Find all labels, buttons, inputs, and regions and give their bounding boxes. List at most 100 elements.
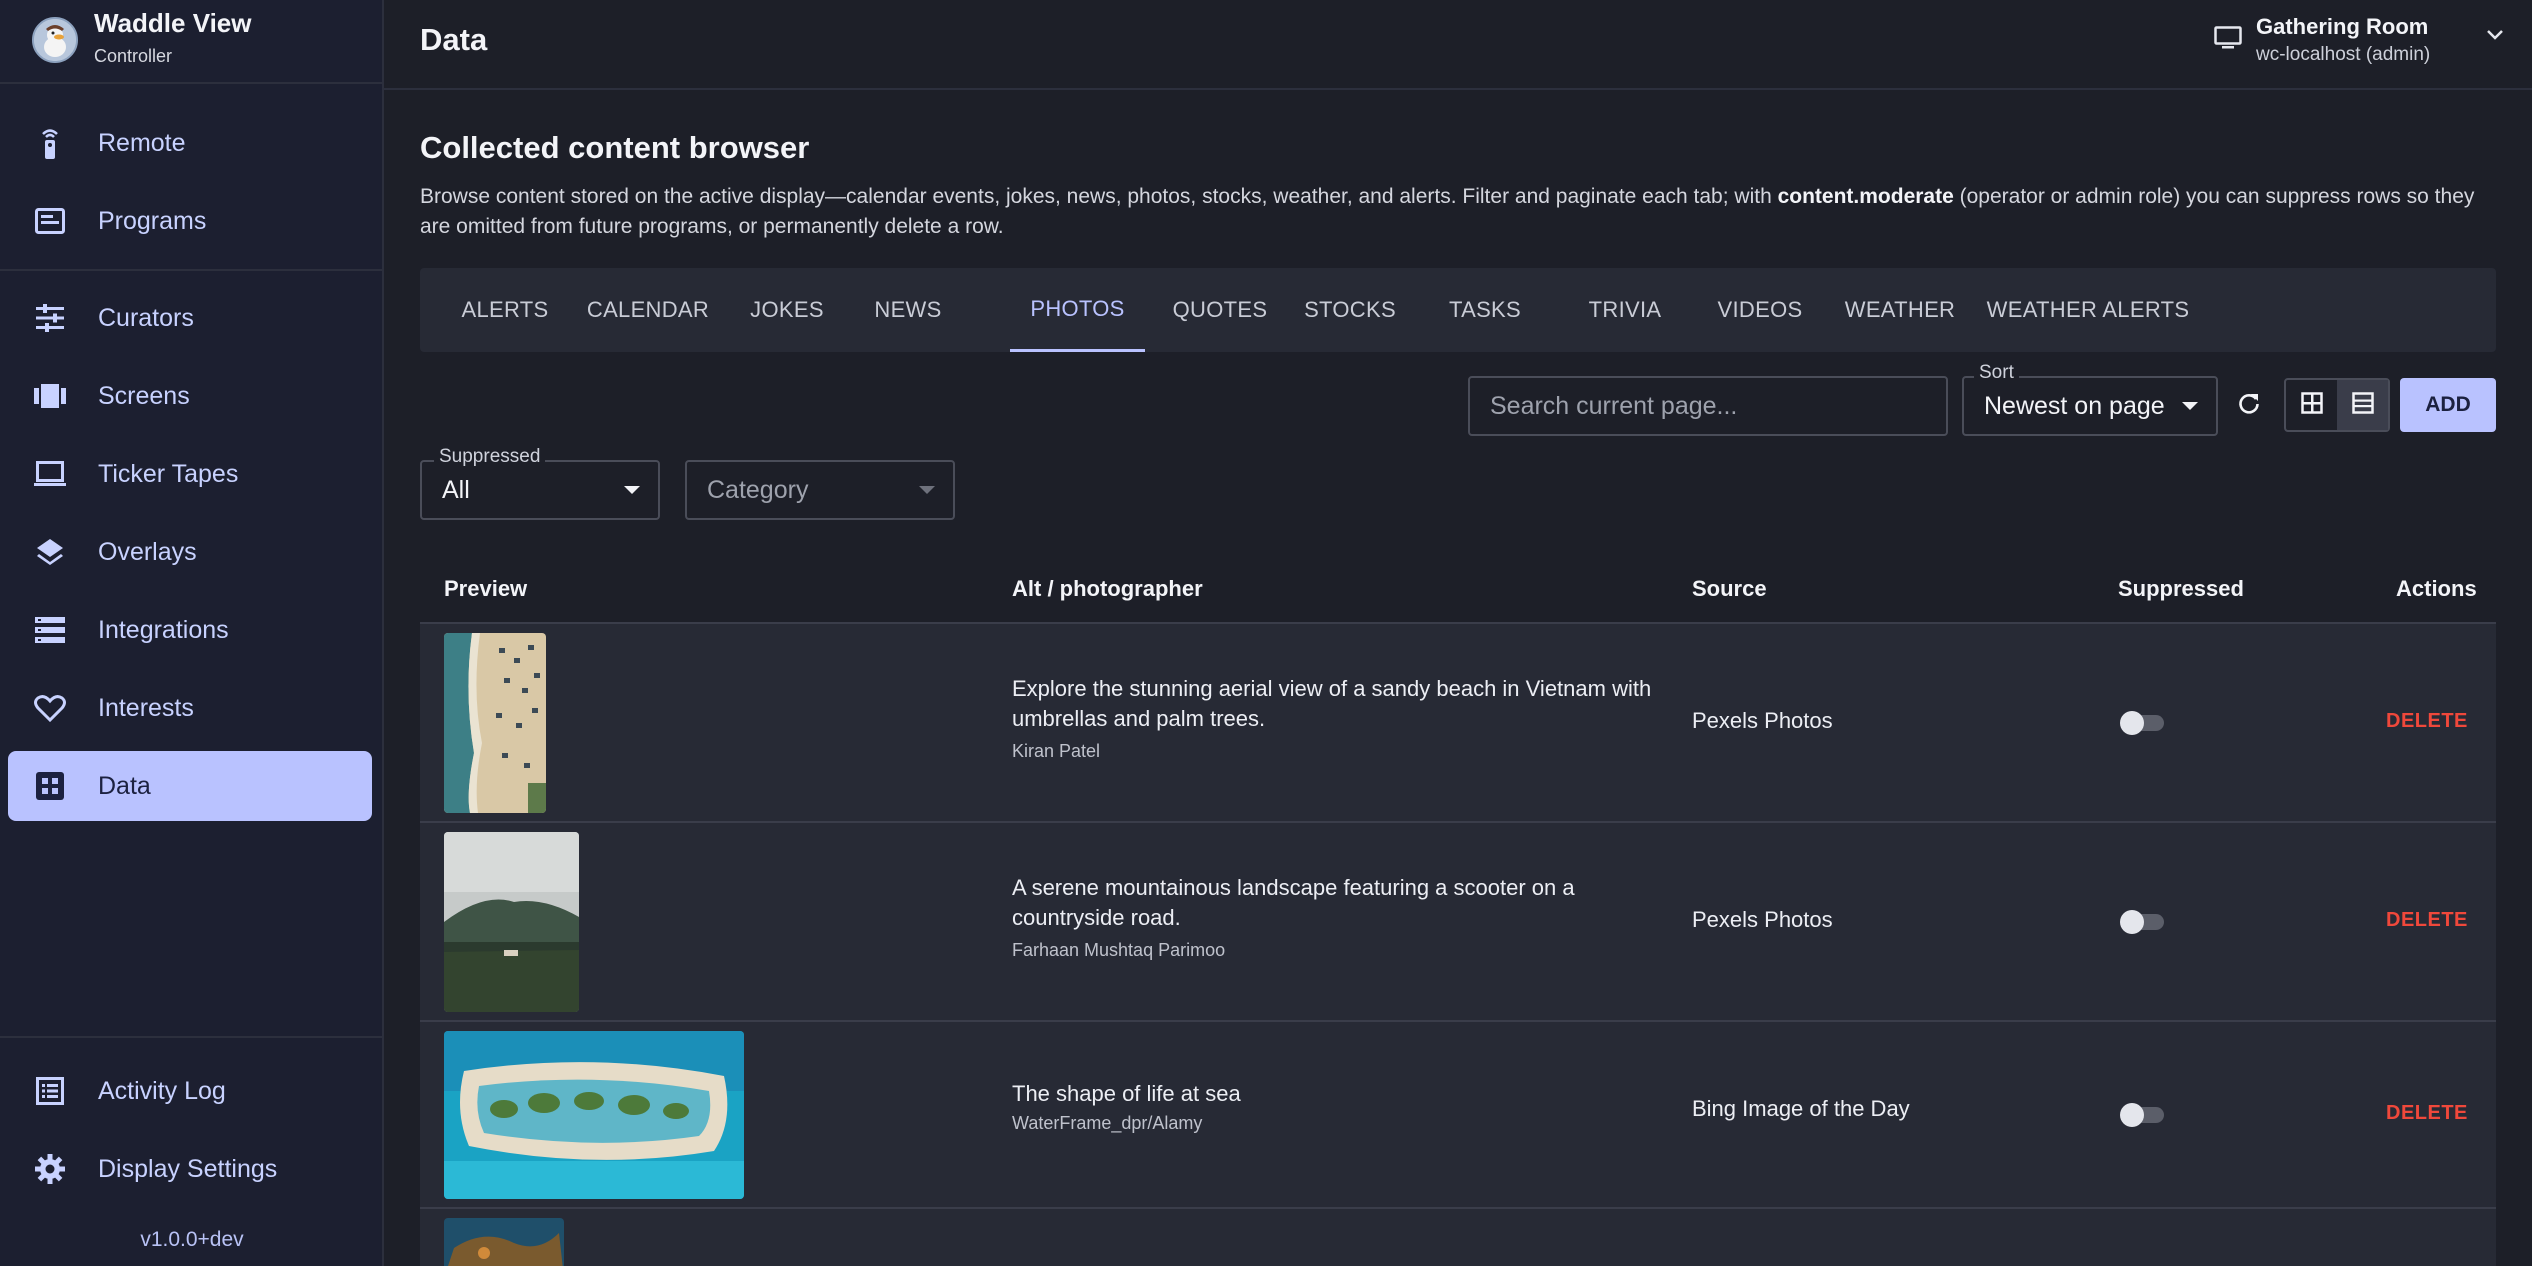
sidebar-item-data[interactable]: Data — [8, 751, 372, 821]
sort-label: Sort — [1974, 362, 2019, 384]
table-row: Explore the stunning aerial view of a sa… — [420, 624, 2496, 823]
tab-jokes[interactable]: JOKES — [736, 268, 838, 352]
list-icon — [32, 612, 68, 648]
app-title: Waddle View — [94, 8, 252, 38]
sidebar-item-ticker-tapes[interactable]: Ticker Tapes — [8, 439, 372, 509]
suppressed-toggle[interactable] — [2120, 711, 2164, 735]
tab-photos[interactable]: PHOTOS — [1010, 268, 1145, 352]
photo-alt-text: The shape of life at sea — [1012, 1081, 1241, 1106]
search-input[interactable] — [1468, 376, 1948, 436]
category-filter-placeholder: Category — [707, 475, 809, 504]
main-content: Collected content browser Browse content… — [384, 90, 2532, 1266]
sidebar-item-activity-log[interactable]: Activity Log — [8, 1056, 372, 1126]
photo-thumbnail — [444, 1031, 744, 1199]
tab-weather-alerts[interactable]: WEATHER ALERTS — [1985, 268, 2191, 352]
category-filter-select[interactable]: Category — [685, 460, 955, 520]
sidebar-item-screens[interactable]: Screens — [8, 361, 372, 431]
page-title: Data — [420, 22, 488, 57]
sidebar-item-label: Overlays — [98, 537, 197, 566]
refresh-button[interactable] — [2230, 386, 2268, 424]
sort-select[interactable]: Newest on page — [1962, 376, 2218, 436]
caret-down-icon — [919, 486, 935, 494]
log-icon — [32, 1073, 68, 1109]
suppressed-toggle[interactable] — [2120, 910, 2164, 934]
tab-alerts[interactable]: ALERTS — [450, 268, 560, 352]
photo-alt-text: Explore the stunning aerial view of a sa… — [1012, 676, 1652, 731]
tab-calendar[interactable]: CALENDAR — [580, 268, 716, 352]
programs-icon — [32, 203, 68, 239]
content-table: Preview Alt / photographer Source Suppre… — [420, 554, 2496, 1266]
heart-icon — [32, 690, 68, 726]
grid-view-icon — [2300, 391, 2323, 419]
refresh-icon — [2237, 391, 2261, 420]
sidebar: Waddle View Controller Remote Programs C… — [0, 0, 384, 1266]
tab-videos[interactable]: VIDEOS — [1705, 268, 1815, 352]
photographer: Farhaan Mushtaq Parimoo — [1012, 940, 1226, 960]
display-selector[interactable]: Gathering Room wc-localhost (admin) — [2214, 10, 2514, 76]
brand: Waddle View Controller — [0, 0, 384, 84]
suppressed-filter-label: Suppressed — [434, 446, 546, 468]
caret-down-icon — [624, 486, 640, 494]
screens-icon — [32, 378, 68, 414]
tab-weather[interactable]: WEATHER — [1835, 268, 1965, 352]
app-version: v1.0.0+dev — [140, 1228, 244, 1251]
source-name: Bing Image of the Day — [1692, 1096, 1910, 1121]
tab-news[interactable]: NEWS — [858, 268, 958, 352]
toggle-knob — [2120, 711, 2144, 735]
sidebar-item-integrations[interactable]: Integrations — [8, 595, 372, 665]
sidebar-item-label: Programs — [98, 206, 207, 235]
tab-tasks[interactable]: TASKS — [1425, 268, 1545, 352]
suppressed-toggle[interactable] — [2120, 1103, 2164, 1127]
sidebar-item-overlays[interactable]: Overlays — [8, 517, 372, 587]
view-toggle — [2284, 378, 2390, 432]
sliders-icon — [32, 300, 68, 336]
column-header-alt: Alt / photographer — [1012, 576, 1203, 601]
toggle-knob — [2120, 910, 2144, 934]
app-logo — [32, 17, 78, 63]
table-header: Preview Alt / photographer Source Suppre… — [420, 554, 2496, 624]
photo-thumbnail — [444, 832, 579, 1012]
sort-value: Newest on page — [1984, 391, 2165, 420]
sidebar-item-interests[interactable]: Interests — [8, 673, 372, 743]
suppressed-filter-select[interactable]: All — [420, 460, 660, 520]
column-header-source: Source — [1692, 576, 1767, 601]
column-header-preview: Preview — [444, 576, 528, 601]
delete-button[interactable]: DELETE — [2386, 909, 2468, 932]
top-bar: Data Gathering Room wc-localhost (admin) — [384, 0, 2532, 90]
section-heading: Collected content browser — [420, 130, 810, 165]
gear-icon — [32, 1151, 68, 1187]
sidebar-item-programs[interactable]: Programs — [8, 186, 372, 256]
sidebar-item-label: Curators — [98, 303, 194, 332]
delete-button[interactable]: DELETE — [2386, 1102, 2468, 1125]
sidebar-item-label: Data — [98, 771, 151, 800]
sidebar-item-label: Integrations — [98, 615, 229, 644]
sidebar-divider — [0, 269, 384, 271]
monitor-icon — [32, 456, 68, 492]
chevron-down-icon — [2486, 28, 2504, 46]
source-name: Pexels Photos — [1692, 907, 1833, 932]
grid-icon — [32, 768, 68, 804]
tab-quotes[interactable]: QUOTES — [1165, 268, 1275, 352]
column-header-suppressed: Suppressed — [2118, 576, 2244, 601]
caret-down-icon — [2182, 402, 2198, 410]
display-name: Gathering Room — [2256, 14, 2429, 39]
tab-stocks[interactable]: STOCKS — [1295, 268, 1405, 352]
table-view-button[interactable] — [2337, 380, 2388, 430]
table-row — [420, 1209, 2496, 1266]
toggle-knob — [2120, 1103, 2144, 1127]
table-view-icon — [2351, 391, 2374, 419]
tab-trivia[interactable]: TRIVIA — [1565, 268, 1685, 352]
sidebar-item-curators[interactable]: Curators — [8, 283, 372, 353]
section-description: Browse content stored on the active disp… — [420, 182, 2510, 242]
layers-icon — [32, 534, 68, 570]
sidebar-item-label: Remote — [98, 128, 186, 157]
sidebar-item-remote[interactable]: Remote — [8, 108, 372, 178]
sidebar-item-display-settings[interactable]: Display Settings — [8, 1134, 372, 1204]
add-button[interactable]: ADD — [2400, 378, 2496, 432]
delete-button[interactable]: DELETE — [2386, 710, 2468, 733]
display-host: wc-localhost (admin) — [2256, 44, 2431, 65]
grid-view-button[interactable] — [2286, 380, 2337, 430]
sidebar-item-label: Ticker Tapes — [98, 459, 239, 488]
photo-thumbnail — [444, 1218, 564, 1266]
photographer: Kiran Patel — [1012, 741, 1101, 761]
